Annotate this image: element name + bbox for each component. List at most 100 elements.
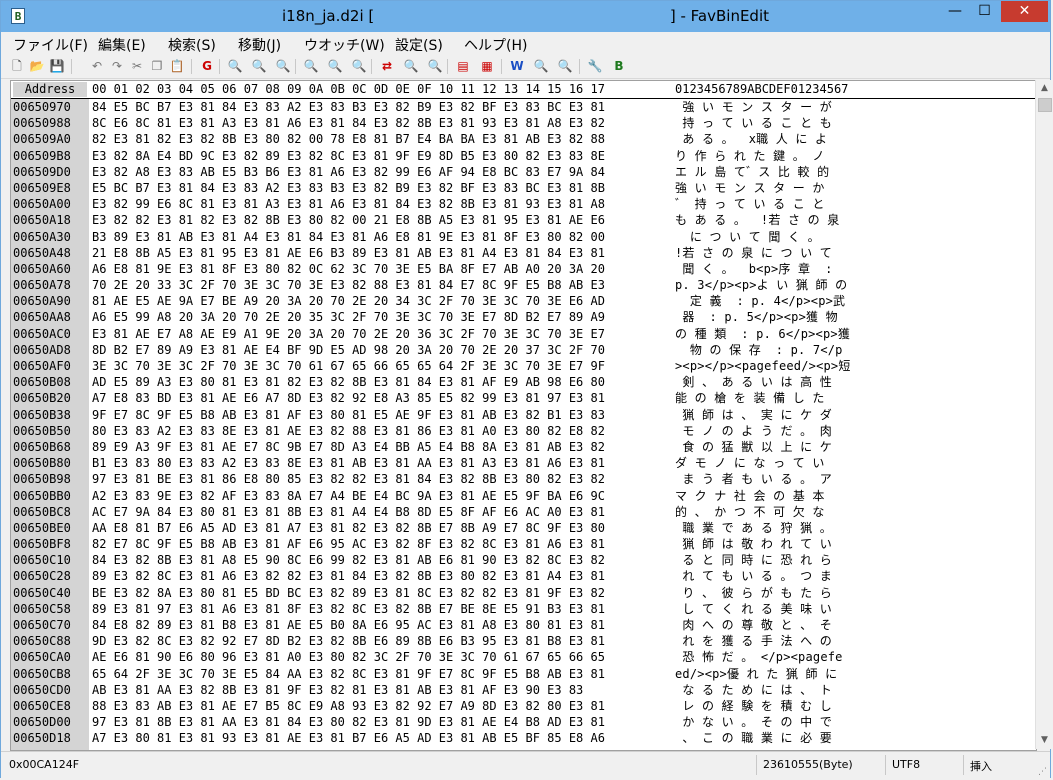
row-hex-bytes[interactable]: 84 E8 82 89 E3 81 B8 E3 81 AE E5 B0 8A E… — [92, 617, 605, 633]
row-text[interactable]: 強 い モ ン ス タ ー が — [675, 99, 832, 115]
hex-row[interactable]: 00650BC8 AC E7 9A 84 E3 80 81 E3 81 8B E3… — [11, 504, 1036, 520]
search-icon[interactable]: 🔍 — [227, 58, 243, 74]
row-hex-bytes[interactable]: 8C E6 8C 81 E3 81 A3 E3 81 A6 E3 81 84 E… — [92, 115, 605, 131]
row-hex-bytes[interactable]: E3 82 82 E3 81 82 E3 82 8B E3 80 82 00 2… — [92, 212, 605, 228]
row-hex-bytes[interactable]: 9D E3 82 8C E3 82 92 E7 8D B2 E3 82 8B E… — [92, 633, 605, 649]
row-text[interactable]: の 種 類 : p. 6</p><p>獲 — [675, 326, 850, 342]
row-hex-bytes[interactable]: A6 E5 99 A8 20 3A 20 70 2E 20 35 3C 2F 7… — [92, 309, 605, 325]
hex-row[interactable]: 00650B50 80 E3 83 A2 E3 83 8E E3 81 AE E3… — [11, 423, 1036, 439]
hex-row[interactable]: 00650B98 97 E3 81 BE E3 81 86 E8 80 85 E3… — [11, 471, 1036, 487]
undo-icon[interactable]: ↶ — [89, 58, 105, 74]
hex-row[interactable]: 00650B80 B1 E3 83 80 E3 83 A2 E3 83 8E E3… — [11, 455, 1036, 471]
row-hex-bytes[interactable]: 82 E7 8C 9F E5 B8 AB E3 81 AF E6 95 AC E… — [92, 536, 605, 552]
hex-row[interactable]: 00650A30 B3 89 E3 81 AB E3 81 A4 E3 81 84… — [11, 229, 1036, 245]
replace-icon[interactable]: ⇄ — [379, 58, 395, 74]
hex-row[interactable]: 006509A0 82 E3 81 82 E3 82 8B E3 80 82 00… — [11, 131, 1036, 147]
scroll-up-icon[interactable]: ▲ — [1036, 80, 1053, 97]
row-hex-bytes[interactable]: E5 BC B7 E3 81 84 E3 83 A2 E3 83 B3 E3 8… — [92, 180, 605, 196]
bookmark-list-icon[interactable]: ▦ — [479, 58, 495, 74]
row-text[interactable]: マ ク ナ 社 会 の 基 本 — [675, 488, 825, 504]
resize-grip-icon[interactable]: ⋰ — [1038, 767, 1048, 777]
hex-row[interactable]: 006509D0 E3 82 A8 E3 83 AB E5 B3 B6 E3 81… — [11, 164, 1036, 180]
row-text[interactable]: p. 3</p><p>よ い 猟 師 の — [675, 277, 847, 293]
vertical-scrollbar[interactable]: ▲ ▼ — [1035, 80, 1053, 749]
settings-icon[interactable]: 🔧 — [587, 58, 603, 74]
goto-icon[interactable]: G — [199, 58, 215, 74]
maximize-button[interactable]: ☐ — [971, 1, 998, 22]
hex-row[interactable]: 00650CD0 AB E3 81 AA E3 82 8B E3 81 9F E3… — [11, 682, 1036, 698]
hex-row[interactable]: 00650970 84 E5 BC B7 E3 81 84 E3 83 A2 E3… — [11, 99, 1036, 115]
row-text[interactable]: 猟 師 は 、 実 に ケ ダ — [675, 407, 832, 423]
hex-row[interactable]: 00650988 8C E6 8C 81 E3 81 A3 E3 81 A6 E3… — [11, 115, 1036, 131]
row-hex-bytes[interactable]: 65 64 2F 3E 3C 70 3E E5 84 AA E3 82 8C E… — [92, 666, 605, 682]
row-text[interactable]: モ ノ の よ う だ 。 肉 — [675, 423, 832, 439]
row-text[interactable]: ゛ 持 っ て い る こ と — [675, 196, 825, 212]
hex-row[interactable]: 00650CB8 65 64 2F 3E 3C 70 3E E5 84 AA E3… — [11, 666, 1036, 682]
about-icon[interactable]: B — [611, 58, 627, 74]
new-file-icon[interactable]: 🗋 — [9, 58, 25, 74]
row-text[interactable]: ま う 者 も い る 。 ア — [675, 471, 832, 487]
hex-row[interactable]: 00650D18 A7 E3 80 81 E3 81 93 E3 81 AE E3… — [11, 730, 1036, 746]
hex-row[interactable]: 00650AD8 8D B2 E7 89 A9 E3 81 AE E4 BF 9D… — [11, 342, 1036, 358]
row-hex-bytes[interactable]: 89 E3 82 8C E3 81 A6 E3 82 82 E3 81 84 E… — [92, 568, 605, 584]
menu-watch[interactable]: ウオッチ(W) — [304, 35, 385, 55]
row-hex-bytes[interactable]: 82 E3 81 82 E3 82 8B E3 80 82 00 78 E8 8… — [92, 131, 605, 147]
bookmark-icon[interactable]: ▤ — [455, 58, 471, 74]
hex-row[interactable]: 00650C10 84 E3 82 8B E3 81 A8 E5 90 8C E6… — [11, 552, 1036, 568]
row-text[interactable]: な る た め に は 、 ト — [675, 682, 832, 698]
menu-edit[interactable]: 編集(E) — [98, 35, 146, 55]
hex-row[interactable]: 00650BE0 AA E8 81 B7 E6 A5 AD E3 81 A7 E3… — [11, 520, 1036, 536]
hex-row[interactable]: 00650CA0 AE E6 81 90 E6 80 96 E3 81 A0 E3… — [11, 649, 1036, 665]
row-text[interactable]: !若 さ の 泉 に つ い て — [675, 245, 832, 261]
row-text[interactable]: あ る 。 x職 人 に よ — [675, 131, 827, 147]
hex-row[interactable]: 00650A48 21 E8 8B A5 E3 81 95 E3 81 AE E6… — [11, 245, 1036, 261]
open-folder-icon[interactable]: 📂 — [29, 58, 45, 74]
hex-rows[interactable]: 00650970 84 E5 BC B7 E3 81 84 E3 83 A2 E3… — [11, 99, 1036, 747]
row-text[interactable]: に つ い て 聞 く 。 — [675, 229, 820, 245]
row-text[interactable]: り 、 彼 ら が も た ら — [675, 585, 832, 601]
row-hex-bytes[interactable]: BE E3 82 8A E3 80 81 E5 BD BC E3 82 89 E… — [92, 585, 605, 601]
row-hex-bytes[interactable]: A2 E3 83 9E E3 82 AF E3 83 8A E7 A4 BE E… — [92, 488, 605, 504]
row-text[interactable]: ダ モ ノ に な っ て い — [675, 455, 825, 471]
row-text[interactable]: 肉 へ の 尊 敬 と 、 そ — [675, 617, 832, 633]
hex-row[interactable]: 00650AF0 3E 3C 70 3E 3C 2F 70 3E 3C 70 61… — [11, 358, 1036, 374]
hex-row[interactable]: 00650B38 9F E7 8C 9F E5 B8 AB E3 81 AF E3… — [11, 407, 1036, 423]
row-hex-bytes[interactable]: 81 AE E5 AE 9A E7 BE A9 20 3A 20 70 2E 2… — [92, 293, 605, 309]
row-hex-bytes[interactable]: 9F E7 8C 9F E5 B8 AB E3 81 AF E3 80 81 E… — [92, 407, 605, 423]
search-binary-icon[interactable]: 🔍 — [327, 58, 343, 74]
hex-row[interactable]: 00650C40 BE E3 82 8A E3 80 81 E5 BD BC E3… — [11, 585, 1036, 601]
hex-row[interactable]: 00650A60 A6 E8 81 9E E3 81 8F E3 80 82 0C… — [11, 261, 1036, 277]
row-hex-bytes[interactable]: A7 E3 80 81 E3 81 93 E3 81 AE E3 81 B7 E… — [92, 730, 605, 746]
hex-row[interactable]: 00650C58 89 E3 81 97 E3 81 A6 E3 81 8F E3… — [11, 601, 1036, 617]
row-hex-bytes[interactable]: AE E6 81 90 E6 80 96 E3 81 A0 E3 80 82 3… — [92, 649, 605, 665]
row-hex-bytes[interactable]: 89 E9 A3 9F E3 81 AE E7 8C 9B E7 8D A3 E… — [92, 439, 605, 455]
row-hex-bytes[interactable]: 80 E3 83 A2 E3 83 8E E3 81 AE E3 82 88 E… — [92, 423, 605, 439]
row-hex-bytes[interactable]: 21 E8 8B A5 E3 81 95 E3 81 AE E6 B3 89 E… — [92, 245, 605, 261]
menu-file[interactable]: ファイル(F) — [13, 35, 88, 55]
row-hex-bytes[interactable]: 84 E5 BC B7 E3 81 84 E3 83 A2 E3 83 B3 E… — [92, 99, 605, 115]
row-hex-bytes[interactable]: 88 E3 83 AB E3 81 AE E7 B5 8C E9 A8 93 E… — [92, 698, 605, 714]
row-text[interactable]: 物 の 保 存 : p. 7</p — [675, 342, 843, 358]
replace-all-icon[interactable]: 🔍 — [427, 58, 443, 74]
search-all-icon[interactable]: 🔍 — [351, 58, 367, 74]
menu-help[interactable]: ヘルプ(H) — [464, 35, 527, 55]
search-next-icon[interactable]: 🔍 — [251, 58, 267, 74]
hex-row[interactable]: 00650B20 A7 E8 83 BD E3 81 AE E6 A7 8D E3… — [11, 390, 1036, 406]
row-text[interactable]: れ て も い る 。 つ ま — [675, 568, 832, 584]
hex-row[interactable]: 00650C88 9D E3 82 8C E3 82 92 E7 8D B2 E3… — [11, 633, 1036, 649]
search-hex-icon[interactable]: 🔍 — [303, 58, 319, 74]
hex-row[interactable]: 00650A90 81 AE E5 AE 9A E7 BE A9 20 3A 20… — [11, 293, 1036, 309]
hex-row[interactable]: 00650CE8 88 E3 83 AB E3 81 AE E7 B5 8C E9… — [11, 698, 1036, 714]
row-hex-bytes[interactable]: 89 E3 81 97 E3 81 A6 E3 81 8F E3 82 8C E… — [92, 601, 605, 617]
hex-row[interactable]: 00650AC0 E3 81 AE E7 A8 AE E9 A1 9E 20 3A… — [11, 326, 1036, 342]
hex-row[interactable]: 00650A78 70 2E 20 33 3C 2F 70 3E 3C 70 3E… — [11, 277, 1036, 293]
row-hex-bytes[interactable]: E3 81 AE E7 A8 AE E9 A1 9E 20 3A 20 70 2… — [92, 326, 605, 342]
hex-row[interactable]: 00650B08 AD E5 89 A3 E3 80 81 E3 81 82 E3… — [11, 374, 1036, 390]
save-icon[interactable]: 💾 — [49, 58, 65, 74]
hex-row[interactable]: 00650BB0 A2 E3 83 9E E3 82 AF E3 83 8A E7… — [11, 488, 1036, 504]
row-hex-bytes[interactable]: 8D B2 E7 89 A9 E3 81 AE E4 BF 9D E5 AD 9… — [92, 342, 605, 358]
row-text[interactable]: 剣 、 あ る い は 高 性 — [675, 374, 832, 390]
row-hex-bytes[interactable]: 97 E3 81 8B E3 81 AA E3 81 84 E3 80 82 E… — [92, 714, 605, 730]
row-text[interactable]: 強 い モ ン ス タ ー か — [675, 180, 825, 196]
hex-editor-pane[interactable]: Address 00 01 02 03 04 05 06 07 08 09 0A… — [10, 80, 1037, 751]
